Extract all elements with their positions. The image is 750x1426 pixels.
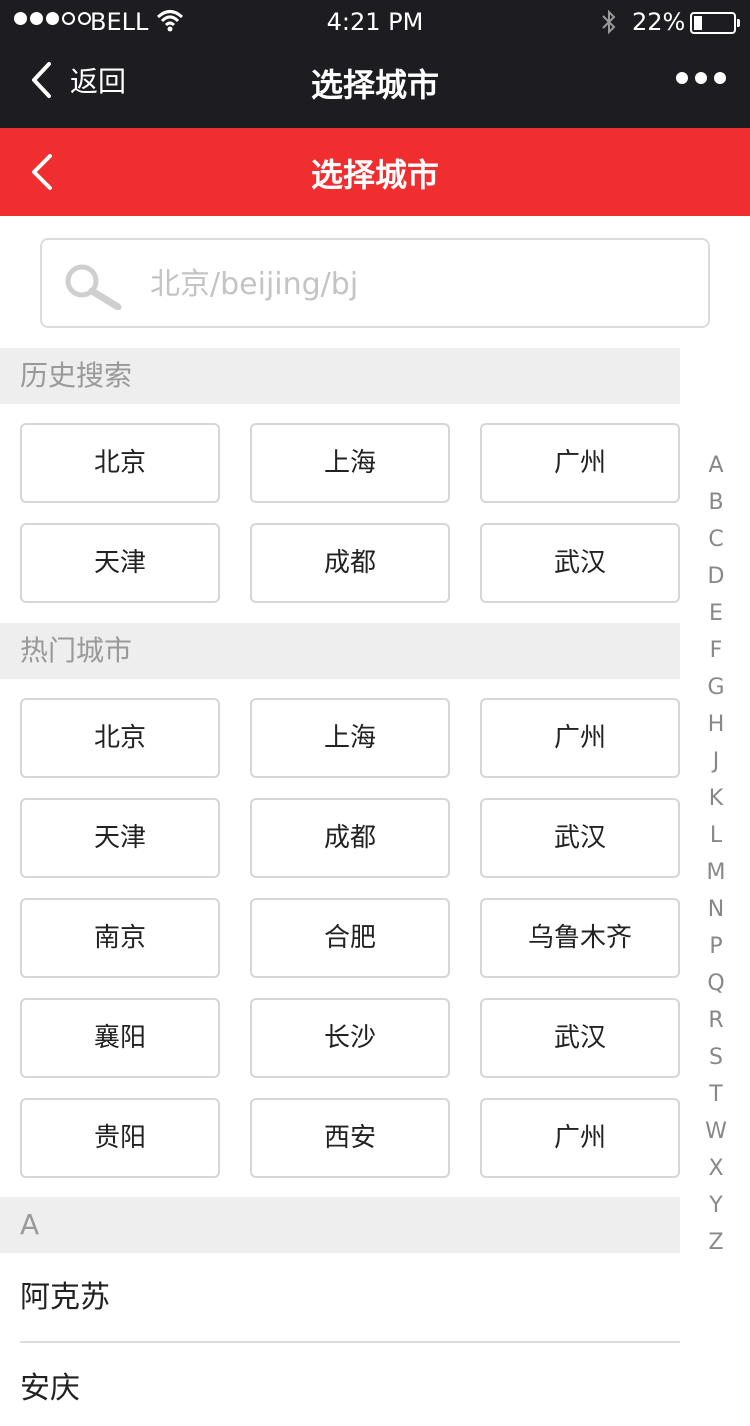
city-button[interactable]: 长沙 xyxy=(250,998,450,1078)
city-button[interactable]: 天津 xyxy=(20,523,220,603)
city-button[interactable]: 广州 xyxy=(480,423,680,503)
city-button[interactable]: 成都 xyxy=(250,523,450,603)
search-box xyxy=(40,238,710,328)
search-input[interactable] xyxy=(150,256,690,312)
more-options-button[interactable] xyxy=(676,72,726,84)
index-letter[interactable]: H xyxy=(700,706,732,743)
status-bar: BELL 4:21 PM 22% xyxy=(0,0,750,44)
city-list-item[interactable]: 安庆 xyxy=(20,1344,680,1426)
city-button[interactable]: 北京 xyxy=(20,423,220,503)
more-dot xyxy=(714,72,726,84)
more-dot xyxy=(695,72,707,84)
city-button[interactable]: 成都 xyxy=(250,798,450,878)
index-letter[interactable]: C xyxy=(700,521,732,558)
city-button[interactable]: 北京 xyxy=(20,698,220,778)
index-letter[interactable]: R xyxy=(700,1002,732,1039)
section-header-letter: A xyxy=(0,1197,680,1253)
index-letter[interactable]: W xyxy=(700,1113,732,1150)
index-letter[interactable]: G xyxy=(700,669,732,706)
city-button[interactable]: 乌鲁木齐 xyxy=(480,898,680,978)
city-button[interactable]: 合肥 xyxy=(250,898,450,978)
city-button[interactable]: 南京 xyxy=(20,898,220,978)
index-letter[interactable]: D xyxy=(700,558,732,595)
index-letter[interactable]: N xyxy=(700,891,732,928)
city-list-item[interactable]: 阿克苏 xyxy=(20,1253,680,1343)
index-letter[interactable]: L xyxy=(700,817,732,854)
city-button[interactable]: 上海 xyxy=(250,698,450,778)
index-letter[interactable]: M xyxy=(700,854,732,891)
index-letter[interactable]: F xyxy=(700,632,732,669)
city-button[interactable]: 广州 xyxy=(480,698,680,778)
index-letter[interactable]: B xyxy=(700,484,732,521)
battery-fill xyxy=(694,16,702,30)
page-title: 选择城市 xyxy=(310,156,439,194)
city-button[interactable]: 襄阳 xyxy=(20,998,220,1078)
city-button[interactable]: 上海 xyxy=(250,423,450,503)
city-button[interactable]: 武汉 xyxy=(480,798,680,878)
search-icon xyxy=(65,264,122,310)
battery-percent: 22% xyxy=(632,8,686,36)
nav-title: 选择城市 xyxy=(310,66,439,104)
app-chrome: BELL 4:21 PM 22% 返回 选择城市 xyxy=(0,0,750,128)
page-header: 选择城市 xyxy=(0,128,750,216)
index-letter[interactable]: P xyxy=(700,928,732,965)
battery-icon xyxy=(690,12,740,34)
city-button[interactable]: 广州 xyxy=(480,1098,680,1178)
index-letter[interactable]: Q xyxy=(700,965,732,1002)
index-letter[interactable]: A xyxy=(700,447,732,484)
index-letter[interactable]: E xyxy=(700,595,732,632)
index-letter[interactable]: Y xyxy=(700,1187,732,1224)
index-letter[interactable]: S xyxy=(700,1039,732,1076)
index-letter[interactable]: X xyxy=(700,1150,732,1187)
section-header-history: 历史搜索 xyxy=(0,348,680,404)
city-button[interactable]: 贵阳 xyxy=(20,1098,220,1178)
index-letter[interactable]: Z xyxy=(700,1224,732,1261)
top-nav-bar: 返回 选择城市 xyxy=(0,44,750,128)
more-dot xyxy=(676,72,688,84)
index-letter[interactable]: T xyxy=(700,1076,732,1113)
city-button[interactable]: 天津 xyxy=(20,798,220,878)
city-button[interactable]: 西安 xyxy=(250,1098,450,1178)
city-button[interactable]: 武汉 xyxy=(480,998,680,1078)
index-letter[interactable]: J xyxy=(700,743,732,780)
section-header-hot: 热门城市 xyxy=(0,623,680,679)
bluetooth-icon xyxy=(602,9,616,35)
index-letter[interactable]: K xyxy=(700,780,732,817)
city-button[interactable]: 武汉 xyxy=(480,523,680,603)
